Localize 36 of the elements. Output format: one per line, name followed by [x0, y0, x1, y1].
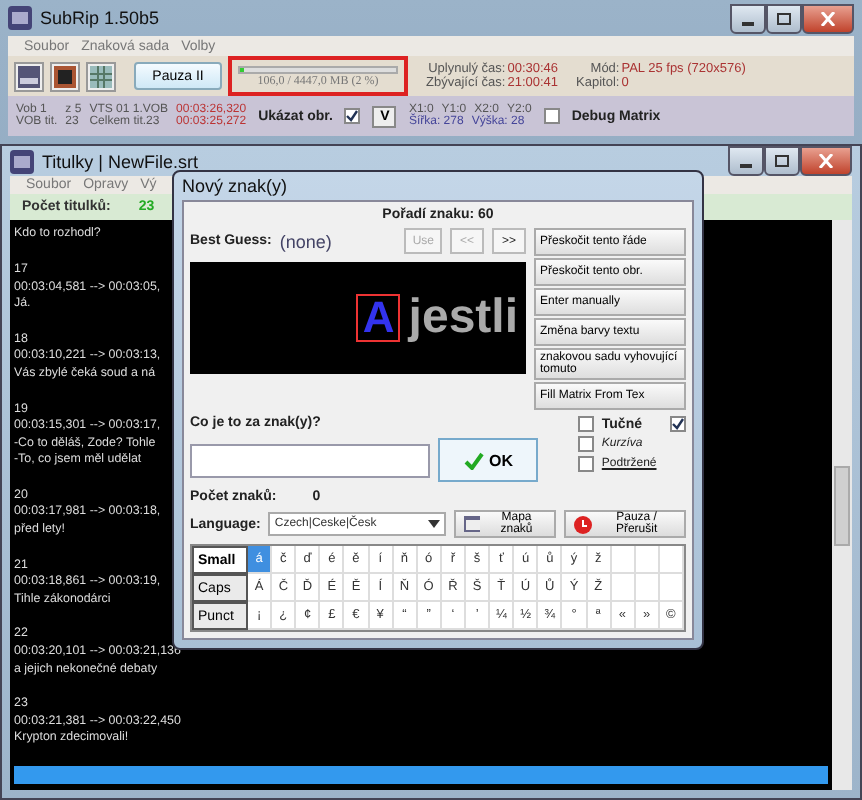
window-title: SubRip 1.50b5 [40, 8, 160, 28]
style-checkbox[interactable] [577, 416, 594, 432]
style-checkbox[interactable] [577, 456, 594, 472]
stop-icon [574, 515, 592, 533]
preview-text: jestli [408, 294, 518, 342]
grid-button[interactable] [86, 61, 116, 91]
option-checkbox[interactable] [670, 416, 686, 432]
maximize-button[interactable] [764, 146, 800, 177]
debug-matrix-checkbox[interactable] [543, 108, 560, 124]
close-icon [818, 154, 834, 169]
minimize-button[interactable] [730, 3, 766, 33]
best-guess-value: (none) [279, 231, 332, 251]
minimize-button[interactable] [728, 146, 764, 177]
maximize-button[interactable] [766, 3, 802, 33]
character-input[interactable] [190, 443, 430, 477]
calendar-icon [463, 516, 481, 532]
app-icon [10, 149, 34, 174]
film-button[interactable] [50, 61, 80, 91]
maximize-icon [776, 11, 792, 25]
close-button[interactable] [800, 146, 852, 177]
film-icon [54, 65, 76, 87]
close-icon [820, 11, 836, 25]
window-title: Titulky | NewFile.srt [42, 151, 199, 172]
maximize-icon [774, 154, 790, 169]
grid-icon [90, 65, 112, 87]
app-icon [8, 6, 32, 30]
current-glyph: A [356, 294, 401, 342]
vob-button[interactable] [14, 61, 44, 91]
dropdown-icon [427, 520, 440, 528]
scrollbar[interactable] [832, 220, 852, 790]
close-button[interactable] [802, 3, 854, 33]
dialog-title: Nový znak(y) [182, 176, 288, 196]
show-image-checkbox[interactable] [344, 108, 361, 124]
style-checkbox[interactable] [577, 436, 594, 452]
checkmark-icon [463, 451, 483, 469]
ok-button[interactable]: OK [438, 438, 538, 482]
